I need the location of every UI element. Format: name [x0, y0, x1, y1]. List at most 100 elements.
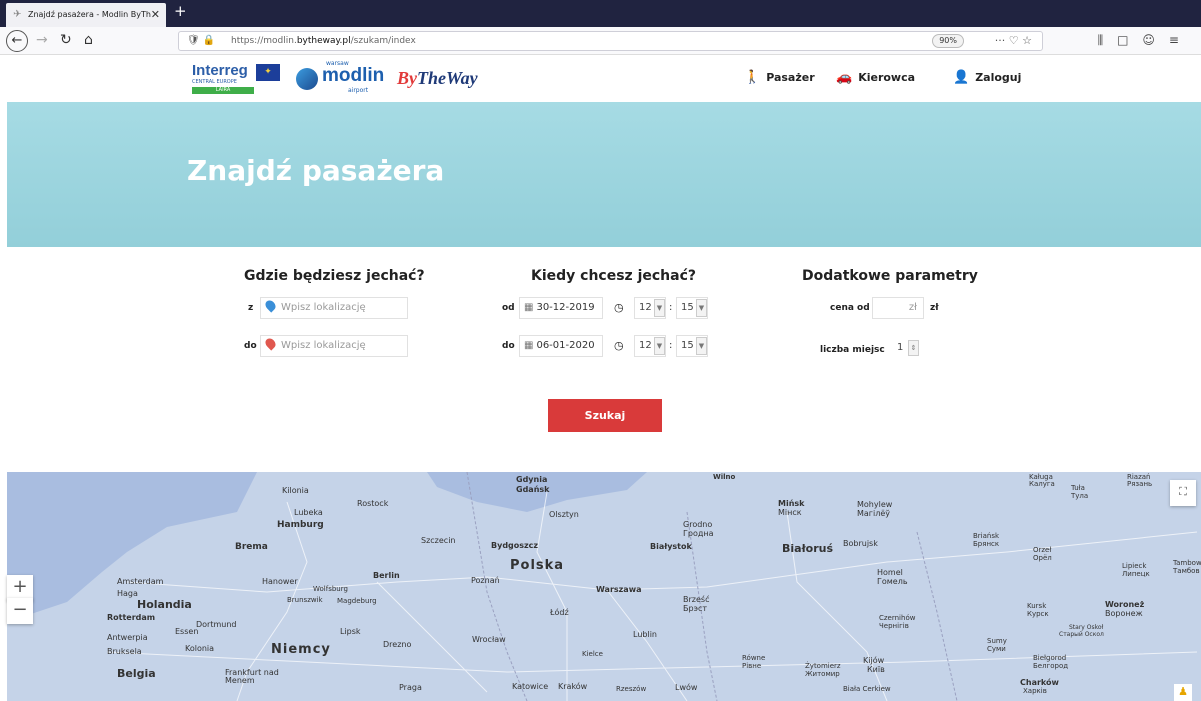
city-label: Mohylew: [857, 500, 893, 509]
minute-from-select[interactable]: 15 ▼: [676, 297, 708, 319]
city-label: Брэст: [683, 604, 708, 613]
interreg-logo[interactable]: Interreg CENTRAL EUROPE LAIRA ✦: [192, 62, 282, 94]
city-label: Wrocław: [472, 635, 506, 644]
browser-nav-bar: ← → ↻ ⌂ 🛡 🔒 https://modlin.bytheway.pl/s…: [0, 27, 1201, 55]
pegman-icon[interactable]: ♟: [1174, 684, 1192, 701]
menu-passenger[interactable]: 🚶 Pasażer: [744, 70, 815, 85]
city-label: Brunszwik: [287, 596, 323, 604]
city-label: Essen: [175, 627, 199, 636]
city-label: Drezno: [383, 640, 412, 649]
bytheway-logo[interactable]: ByTheWay: [397, 68, 478, 89]
city-label: Czernihów: [879, 614, 916, 622]
eu-flag-icon: ✦: [256, 64, 280, 81]
hour-to-select[interactable]: 12 ▼: [634, 335, 666, 357]
city-label: Житомир: [805, 670, 840, 678]
car-icon: 🚗: [836, 70, 853, 85]
city-label: Kursk: [1027, 602, 1047, 610]
user-icon: 👤: [953, 70, 970, 85]
date-to-input[interactable]: ▦ 06-01-2020: [519, 335, 603, 357]
page-actions-icons[interactable]: ··· ♡ ☆: [995, 32, 1032, 50]
home-icon[interactable]: ⌂: [84, 31, 93, 49]
chevron-down-icon: ▼: [654, 337, 665, 355]
city-label: Магілёў: [857, 509, 890, 518]
city-label: Grodno: [683, 520, 713, 529]
city-label: Belgia: [117, 667, 156, 680]
city-label: Tuła: [1071, 484, 1085, 492]
date-to-label: do: [502, 341, 515, 351]
city-label: Poznań: [471, 576, 500, 585]
city-label: Rzeszów: [616, 685, 647, 693]
city-label: Bruksela: [107, 647, 142, 656]
city-label: Dortmund: [196, 620, 237, 629]
zoom-level[interactable]: 90%: [932, 34, 964, 48]
menu-login[interactable]: 👤 Zaloguj: [953, 70, 1021, 85]
city-label: Харків: [1023, 687, 1047, 695]
new-tab-icon[interactable]: +: [174, 2, 187, 20]
calendar-icon: ▦: [524, 340, 534, 351]
url-domain: bytheway.pl: [296, 36, 351, 46]
security-icons: 🛡 🔒: [187, 35, 216, 46]
city-label: Lipieck: [1122, 562, 1147, 570]
map-zoom-out-button[interactable]: −: [7, 598, 33, 624]
city-label: Biełgorod: [1033, 654, 1067, 662]
forward-icon[interactable]: →: [36, 31, 48, 49]
city-label: Haga: [117, 589, 138, 598]
reload-icon[interactable]: ↻: [60, 31, 72, 49]
when-title: Kiedy chcesz jechać?: [531, 268, 697, 284]
city-label: Amsterdam: [117, 577, 164, 586]
city-label: Hanower: [262, 577, 298, 586]
city-label: Frankfurt nad Menem: [225, 668, 279, 685]
fullscreen-icon[interactable]: ⛶: [1170, 480, 1196, 506]
close-tab-icon[interactable]: ✕: [151, 3, 160, 27]
city-label: Gdynia: [516, 475, 548, 484]
url-prefix: https://modlin.: [231, 36, 297, 46]
bytheway-the: The: [417, 68, 446, 88]
to-location-input[interactable]: Wpisz lokalizację: [260, 335, 408, 357]
city-label: Równe: [742, 654, 766, 662]
city-label: Berlin: [373, 571, 400, 580]
date-from-value: 30-12-2019: [536, 302, 595, 313]
city-label: Липецк: [1122, 570, 1150, 578]
search-button[interactable]: Szukaj: [548, 399, 662, 432]
city-label: Rostock: [357, 499, 389, 508]
city-label: Тамбов: [1173, 567, 1200, 575]
city-label: Суми: [987, 645, 1006, 653]
city-label: Woroneż: [1105, 600, 1145, 609]
hero-title: Znajdź pasażera: [187, 154, 445, 187]
hero-banner: Znajdź pasażera: [7, 102, 1201, 247]
date-from-input[interactable]: ▦ 30-12-2019: [519, 297, 603, 319]
menu-driver[interactable]: 🚗 Kierowca: [836, 70, 915, 85]
city-label: Lubeka: [294, 508, 323, 517]
site-header: Interreg CENTRAL EUROPE LAIRA ✦ warsaw m…: [0, 56, 1201, 102]
city-label: Тула: [1071, 492, 1089, 500]
modlin-logo[interactable]: warsaw modlin airport: [296, 60, 388, 96]
city-label: Szczecin: [421, 536, 456, 545]
map[interactable]: Gdynia Gdańsk Kilonia Rostock Lubeka Ham…: [7, 472, 1201, 701]
city-label: Bydgoszcz: [491, 541, 539, 550]
hour-from-select[interactable]: 12 ▼: [634, 297, 666, 319]
minute-to-select[interactable]: 15 ▼: [676, 335, 708, 357]
stepper-arrows-icon[interactable]: ⇕: [908, 340, 919, 356]
from-location-input[interactable]: Wpisz lokalizację: [260, 297, 408, 319]
city-label: Lipsk: [340, 627, 361, 636]
city-label: Lublin: [633, 630, 657, 639]
city-label: Kraków: [558, 682, 588, 691]
price-input[interactable]: zł: [872, 297, 924, 319]
browser-tab[interactable]: ✈ Znajdź pasażera - Modlin ByTh ✕: [6, 3, 166, 27]
city-label: Mińsk: [778, 499, 805, 508]
menu-login-label: Zaloguj: [975, 71, 1022, 84]
chevron-down-icon: ▼: [696, 337, 707, 355]
city-label: Hamburg: [277, 520, 324, 530]
url-path: /szukam/index: [350, 36, 416, 46]
city-label: Brema: [235, 542, 268, 552]
city-label: Briańsk: [973, 532, 1000, 540]
seats-stepper[interactable]: 1 ⇕: [893, 339, 919, 359]
toolbar-icons[interactable]: ⫼□☺≡: [1098, 33, 1193, 48]
bytheway-way: Way: [446, 68, 478, 88]
modlin-name: modlin: [322, 65, 385, 86]
city-label: Rotterdam: [107, 613, 156, 622]
back-icon[interactable]: ←: [6, 30, 28, 52]
address-bar[interactable]: 🛡 🔒 https://modlin.bytheway.pl/szukam/in…: [178, 31, 1043, 51]
city-label: Калуга: [1029, 480, 1055, 488]
city-label: Белгород: [1033, 662, 1069, 670]
